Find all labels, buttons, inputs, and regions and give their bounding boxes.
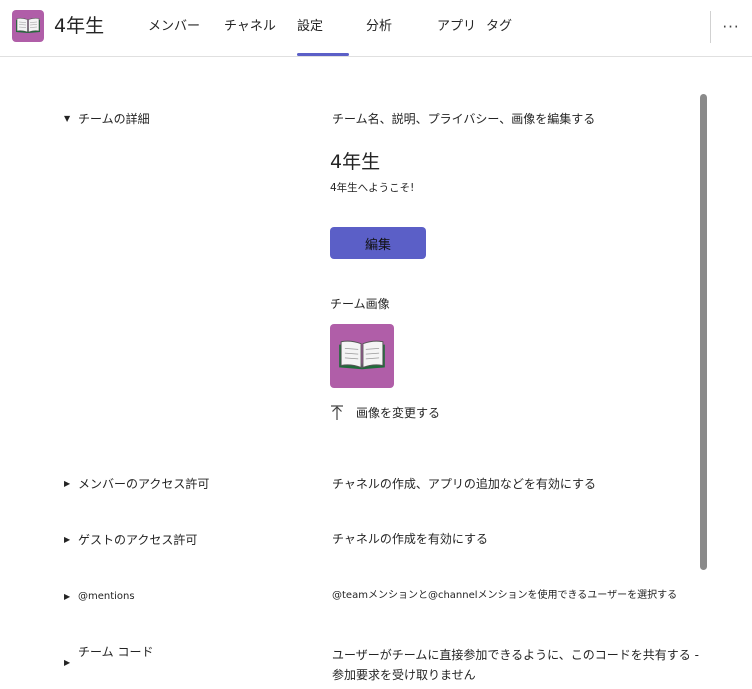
- active-tab-indicator: [297, 53, 349, 56]
- edit-button[interactable]: 編集: [330, 227, 426, 259]
- caret-right-icon: ▶: [64, 592, 71, 601]
- section-guest-permissions-description: チャネルの作成を有効にする: [332, 532, 489, 546]
- team-avatar[interactable]: [12, 10, 44, 42]
- caret-right-icon: ▶: [64, 479, 71, 488]
- section-team-code-toggle[interactable]: ▶ チーム コード: [64, 644, 153, 671]
- caret-down-icon: ▼: [64, 114, 71, 123]
- team-image: [330, 324, 394, 388]
- section-team-details-toggle[interactable]: ▼ チームの詳細: [64, 111, 150, 127]
- tab-apps[interactable]: アプリ: [437, 18, 476, 36]
- caret-right-icon: ▶: [64, 535, 71, 544]
- header-divider: [710, 11, 711, 43]
- section-member-permissions-label: メンバーのアクセス許可: [78, 477, 210, 491]
- caret-right-icon: ▶: [64, 658, 71, 667]
- vertical-scrollbar[interactable]: [700, 94, 707, 570]
- book-icon: [16, 17, 40, 33]
- section-guest-permissions-label: ゲストのアクセス許可: [78, 533, 198, 547]
- section-team-code-description: ユーザーがチームに直接参加できるように、このコードを共有する - 参加要求を受け…: [332, 645, 699, 685]
- book-icon: [339, 340, 385, 370]
- team-name: 4年生: [54, 15, 105, 37]
- section-team-details-label: チームの詳細: [78, 112, 150, 126]
- section-member-permissions-toggle[interactable]: ▶ メンバーのアクセス許可: [64, 476, 209, 492]
- team-image-label: チーム画像: [330, 297, 390, 311]
- team-description: 4年生へようこそ!: [330, 182, 415, 194]
- section-guest-permissions-toggle[interactable]: ▶ ゲストのアクセス許可: [64, 532, 197, 548]
- team-title: 4年生: [330, 151, 381, 173]
- tab-channels[interactable]: チャネル: [224, 18, 276, 36]
- tab-analytics[interactable]: 分析: [366, 18, 392, 36]
- tab-tags[interactable]: タグ: [486, 18, 512, 36]
- upload-arrow-icon: [331, 404, 343, 420]
- section-mentions-toggle[interactable]: ▶ @mentions: [64, 589, 135, 605]
- section-team-details-description: チーム名、説明、プライバシー、画像を編集する: [332, 112, 596, 126]
- tab-settings[interactable]: 設定: [297, 18, 323, 36]
- team-code-description-line1: ユーザーがチームに直接参加できるように、このコードを共有する -: [332, 648, 699, 662]
- tab-members[interactable]: メンバー: [148, 18, 200, 36]
- more-options-icon: ···: [722, 18, 740, 36]
- change-image-button[interactable]: 画像を変更する: [330, 404, 440, 421]
- team-code-description-line2: 参加要求を受け取りません: [332, 668, 476, 682]
- more-options-button[interactable]: ···: [718, 14, 744, 40]
- team-header: 4年生 メンバー チャネル 設定 分析 アプリ タグ ···: [0, 0, 752, 57]
- change-image-label: 画像を変更する: [356, 406, 441, 420]
- section-mentions-description: @teamメンションと@channelメンションを使用できるユーザーを選択する: [332, 590, 678, 601]
- section-mentions-label: @mentions: [78, 591, 135, 602]
- section-member-permissions-description: チャネルの作成、アプリの追加などを有効にする: [332, 477, 597, 491]
- section-team-code-label: チーム コード: [78, 645, 154, 659]
